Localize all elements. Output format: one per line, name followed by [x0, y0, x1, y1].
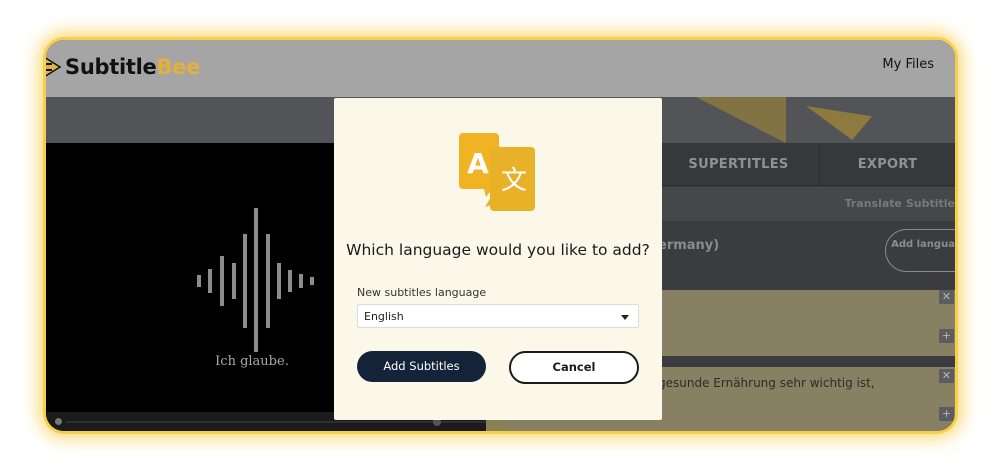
add-subtitles-button[interactable]: Add Subtitles [357, 351, 486, 382]
language-field-label: New subtitles language [357, 286, 487, 299]
close-icon[interactable]: ✕ [939, 369, 954, 383]
logo-text-secondary: Bee [156, 55, 201, 79]
my-files-link[interactable]: My Files [882, 57, 934, 72]
translate-icon: A 文 [459, 133, 535, 211]
top-header: SubtitleBee My Files [46, 40, 955, 97]
logo-text: SubtitleBee [65, 55, 200, 79]
tab-supertitles[interactable]: SUPERTITLES [658, 143, 818, 186]
language-name: ermany) [658, 238, 720, 253]
dialog-title: Which language would you like to add? [346, 241, 650, 259]
svg-text:文: 文 [501, 166, 527, 196]
logo[interactable]: SubtitleBee [46, 52, 200, 82]
add-language-button[interactable]: Add language [885, 229, 955, 272]
decor-shape [696, 97, 786, 143]
language-select[interactable]: English [357, 304, 639, 328]
tab-export[interactable]: EXPORT [819, 143, 955, 186]
plus-icon[interactable]: + [939, 329, 954, 343]
timeline-track[interactable] [66, 421, 496, 423]
svg-text:A: A [467, 147, 489, 180]
logo-bee-icon [46, 57, 62, 77]
audio-waveform-icon [197, 208, 314, 352]
logo-text-primary: Subtitle [65, 55, 157, 79]
cancel-button[interactable]: Cancel [509, 351, 639, 384]
selected-language: English [364, 310, 404, 323]
translate-subtitles-link[interactable]: Translate Subtitle [845, 197, 955, 210]
play-position-dot[interactable] [55, 418, 62, 425]
cue-text[interactable]: gesunde Ernährung sehr wichtig ist, [658, 376, 875, 390]
close-icon[interactable]: ✕ [939, 290, 954, 304]
chevron-down-icon [621, 315, 629, 320]
add-language-dialog: A 文 Which language would you like to add… [334, 98, 662, 420]
plus-icon[interactable]: + [939, 407, 954, 421]
